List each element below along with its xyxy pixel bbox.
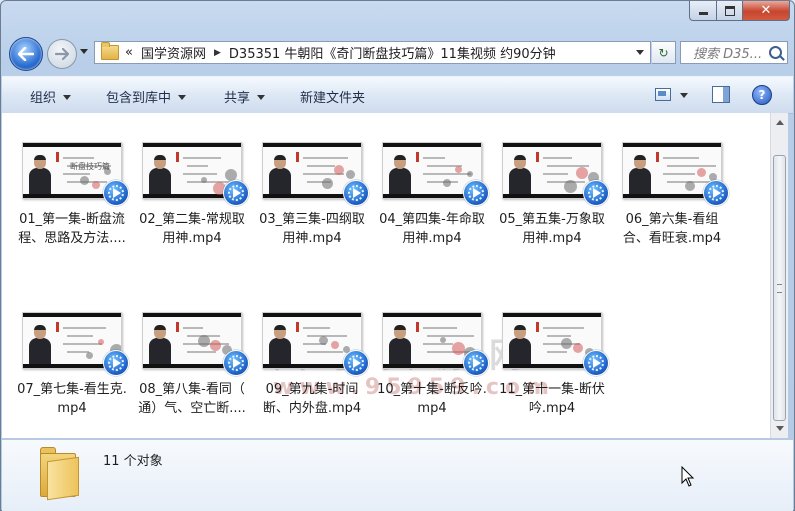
help-icon: ? [758,88,766,102]
item-count: 11 个对象 [103,454,163,469]
file-name: 01_第一集-断盘流 程、思路及方法.... [18,212,126,246]
video-player-icon [583,350,609,376]
forward-button[interactable] [47,39,77,69]
folder-icon [101,42,119,60]
video-player-icon [463,350,489,376]
preview-pane-icon[interactable] [712,86,730,103]
search-icon[interactable] [769,46,782,59]
file-name: 09_第九集-时间 断、内外盘.mp4 [262,382,362,416]
grip-icon [777,284,782,293]
file-name: 07_第七集-看生克. mp4 [17,382,127,416]
refresh-button[interactable]: ↻ [652,41,676,64]
file-name: 10_第十集-断反吟. mp4 [377,382,487,416]
file-name: 04_第四集-年命取 用神.mp4 [379,212,485,246]
mouse-cursor-icon [681,466,695,487]
recent-pages-dropdown[interactable] [80,49,88,54]
scroll-thumb[interactable] [773,155,786,421]
include-in-library-button[interactable]: 包含到库中 [106,87,187,106]
video-player-icon [583,180,609,206]
new-folder-button[interactable]: 新建文件夹 [300,87,365,106]
video-player-icon [343,350,369,376]
file-name: 08_第八集-看同（ 通）气、空亡断.... [138,382,246,416]
help-button[interactable]: ? [752,85,772,105]
chevron-down-icon [63,95,72,100]
chevron-down-icon [775,426,784,431]
scroll-up-button[interactable] [773,115,786,130]
address-bar[interactable]: « 国学资源网 ▶ D35351 牛朝阳《奇门断盘技巧篇》11集视频 约90分钟 [94,41,651,64]
address-dropdown[interactable] [636,50,644,55]
maximize-button[interactable] [717,1,743,21]
video-player-icon [223,180,249,206]
share-button[interactable]: 共享 [224,87,266,106]
view-dropdown[interactable] [680,93,688,98]
organize-button[interactable]: 组织 [30,87,72,106]
chevron-down-icon [257,95,266,100]
arrow-right-icon [55,48,69,60]
video-player-icon [343,180,369,206]
vertical-scrollbar[interactable] [770,113,788,438]
video-player-icon [103,180,129,206]
folder-icon [37,447,79,501]
file-name: 05_第五集-万象取 用神.mp4 [499,212,605,246]
breadcrumb-item-current[interactable]: D35351 牛朝阳《奇门断盘技巧篇》11集视频 约90分钟 [229,43,556,62]
caption-buttons: ✕ [689,1,790,21]
chevron-up-icon [775,120,784,125]
file-name: 02_第二集-常规取 用神.mp4 [139,212,245,246]
video-player-icon [703,180,729,206]
details-pane: 11 个对象 [2,439,793,511]
file-list[interactable]: 国学资源网 www.95959.com 断盘技巧篇01_第一集-断盘流 程、思路… [2,113,770,438]
breadcrumb-separator-icon[interactable]: ▶ [214,48,221,58]
arrow-left-icon [18,47,34,61]
close-button[interactable]: ✕ [743,1,790,21]
change-view-icon[interactable] [655,88,671,101]
scroll-down-button[interactable] [773,421,786,436]
back-button[interactable] [9,37,43,71]
file-name: 06_第六集-看组 合、看旺衰.mp4 [622,212,722,246]
file-name: 03_第三集-四纲取 用神.mp4 [259,212,365,246]
breadcrumb-overflow[interactable]: « [125,45,133,60]
breadcrumb-item-site[interactable]: 国学资源网 [141,43,206,62]
minimize-button[interactable] [689,1,717,21]
search-input[interactable]: 搜索 D35... [680,41,788,64]
explorer-window: ✕ « 国学资源网 ▶ D35351 牛朝阳《奇门断盘技巧篇》11集视频 约90… [0,0,795,511]
maximize-icon [724,5,735,16]
command-bar: 组织 包含到库中 共享 新建文件夹 ? [2,76,793,114]
file-name: 11_第十一集-断伏 吟.mp4 [499,382,605,416]
minimize-icon [698,12,708,15]
video-player-icon [463,180,489,206]
slide-title: 断盘技巧篇 [70,162,110,171]
video-player-icon [103,350,129,376]
close-icon: ✕ [760,3,772,18]
refresh-icon: ↻ [658,45,669,60]
chevron-down-icon [178,95,187,100]
search-placeholder: 搜索 D35... [693,47,763,62]
video-player-icon [223,350,249,376]
